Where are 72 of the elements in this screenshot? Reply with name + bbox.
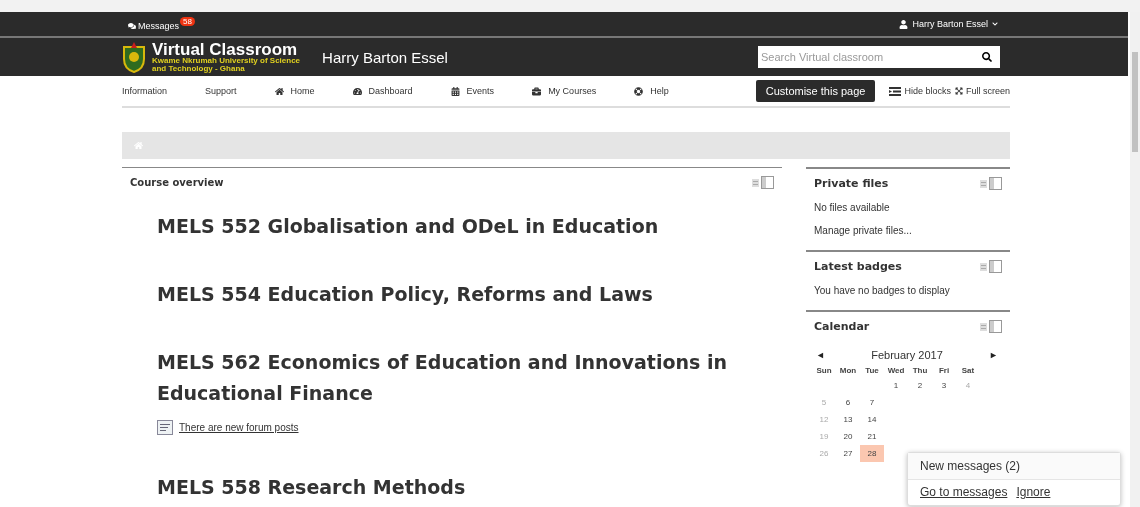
lifebuoy-icon (634, 86, 644, 96)
empty-message: You have no badges to display (813, 284, 951, 296)
weekday-header: Fri (937, 365, 951, 377)
messages-link[interactable]: Messages (128, 21, 180, 31)
course-link[interactable]: MELS 558 Research Methods (157, 472, 742, 503)
popup-title: New messages (2) (908, 453, 1120, 480)
hide-blocks-icon (889, 86, 902, 96)
block-title: Course overview (130, 177, 224, 188)
user-icon (899, 19, 909, 29)
weekday-header: Mon (838, 365, 858, 377)
nav-link[interactable]: Events (450, 86, 495, 96)
forum-posts-link[interactable]: There are new forum posts (179, 422, 299, 433)
calendar-day[interactable]: 6 (836, 394, 860, 411)
previous-month-button[interactable]: ◄ (816, 350, 825, 360)
message-count-badge: 58 (180, 17, 195, 26)
hide-blocks-link[interactable]: Hide blocks (889, 86, 951, 96)
course-link[interactable]: MELS 554 Education Policy, Reforms and Laws (157, 279, 742, 310)
calendar-day[interactable]: 27 (836, 445, 860, 462)
weekday-header: Sat (960, 365, 976, 377)
weekday-header: Tue (864, 365, 880, 377)
search-field[interactable]: Search Virtual classroom (758, 46, 1000, 68)
calendar-day[interactable]: 13 (836, 411, 860, 428)
briefcase-icon (532, 86, 542, 96)
site-title[interactable]: Virtual Classroom (152, 41, 301, 57)
month-title: February 2017 (871, 349, 943, 361)
chevron-down-icon (992, 21, 998, 27)
customise-page-button[interactable]: Customise this page (755, 80, 876, 102)
block-title: Latest badges (814, 260, 902, 273)
nav-link[interactable]: My Courses (532, 86, 597, 96)
crest-logo-icon (120, 41, 148, 73)
nav-link[interactable]: Help (634, 86, 669, 96)
calendar-day[interactable]: 2 (908, 377, 932, 394)
calendar-day[interactable]: 7 (860, 394, 884, 411)
search-icon[interactable] (982, 52, 992, 62)
block-title: Calendar (814, 320, 870, 333)
page-heading: Harry Barton Essel (322, 48, 449, 66)
block-controls-icon[interactable] (980, 177, 1002, 190)
calendar-day[interactable]: 20 (836, 428, 860, 445)
calendar-icon (450, 86, 460, 96)
nav-link[interactable]: Support (205, 86, 237, 96)
nav-link[interactable]: Information (122, 86, 168, 96)
empty-message: No files available (813, 201, 891, 213)
site-subtitle: and Technology - Ghana (152, 64, 245, 73)
site-subtitle: Kwame Nkrumah University of Science (152, 56, 301, 65)
block-controls-icon[interactable] (980, 320, 1002, 333)
nav-link[interactable]: Dashboard (352, 86, 413, 96)
weekday-header: Wed (886, 365, 906, 377)
manage-files-link[interactable]: Manage private files... (806, 213, 1010, 236)
course-link[interactable]: MELS 562 Economics of Education and Innovations in Educational Finance (157, 347, 742, 409)
forum-icon (157, 420, 173, 435)
block-controls-icon[interactable] (980, 260, 1002, 273)
user-menu[interactable]: Harry Barton Essel (899, 19, 998, 29)
calendar-day[interactable]: 14 (860, 411, 884, 428)
calendar-day[interactable]: 28 (860, 445, 884, 462)
expand-icon (955, 87, 963, 95)
calendar-day[interactable]: 1 (884, 377, 908, 394)
scrollbar[interactable] (1130, 12, 1140, 507)
next-month-button[interactable]: ► (989, 350, 998, 360)
weekday-header: Thu (911, 365, 929, 377)
calendar-day[interactable]: 21 (860, 428, 884, 445)
chat-icon (128, 22, 136, 30)
weekday-header: Sun (815, 365, 833, 377)
calendar-day[interactable]: 3 (932, 377, 956, 394)
go-to-messages-link[interactable]: Go to messages (920, 485, 1008, 499)
block-title: Private files (814, 177, 889, 190)
full-screen-link[interactable]: Full screen (955, 86, 1010, 96)
home-icon (274, 86, 284, 96)
block-controls-icon[interactable] (752, 176, 774, 189)
gauge-icon (352, 86, 362, 96)
course-link[interactable]: MELS 552 Globalisation and ODeL in Education (157, 211, 742, 242)
ignore-link[interactable]: Ignore (1016, 485, 1051, 499)
nav-link[interactable]: Home (274, 86, 315, 96)
